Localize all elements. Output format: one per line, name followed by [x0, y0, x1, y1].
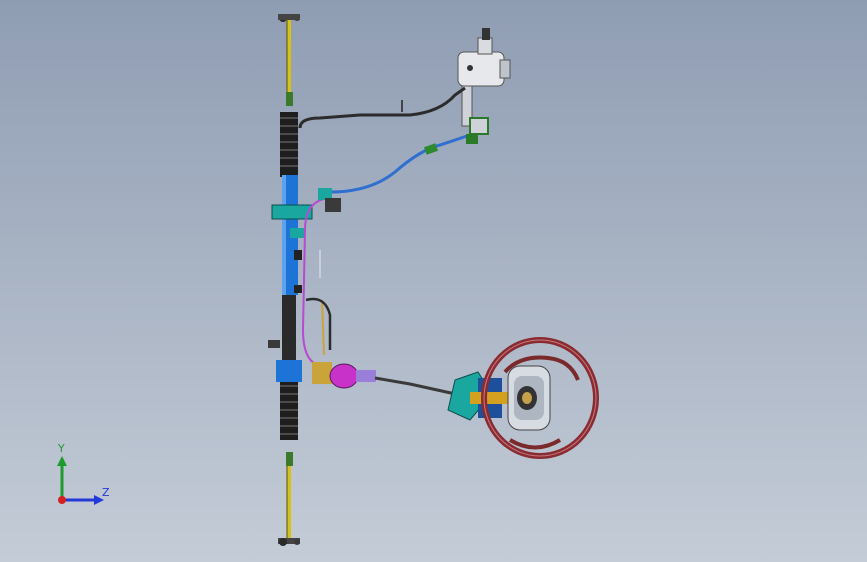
- power-steering-pump[interactable]: [457, 28, 511, 127]
- upper-tie-rod[interactable]: [278, 14, 300, 106]
- upper-boot[interactable]: [280, 112, 298, 177]
- axis-label-z: Z: [102, 486, 110, 499]
- graphics-viewport[interactable]: Y Z: [0, 0, 867, 562]
- return-hose[interactable]: [329, 133, 471, 194]
- pinion-coupling[interactable]: [312, 362, 376, 389]
- lower-boot[interactable]: [280, 380, 298, 440]
- lower-tie-rod[interactable]: [278, 452, 300, 546]
- transfer-line[interactable]: [301, 197, 331, 366]
- column-bracket[interactable]: [447, 371, 514, 421]
- axis-label-y: Y: [58, 442, 65, 455]
- steering-assembly-model[interactable]: [0, 0, 867, 562]
- pressure-hose[interactable]: [298, 86, 466, 129]
- intermediate-shaft[interactable]: [374, 376, 461, 397]
